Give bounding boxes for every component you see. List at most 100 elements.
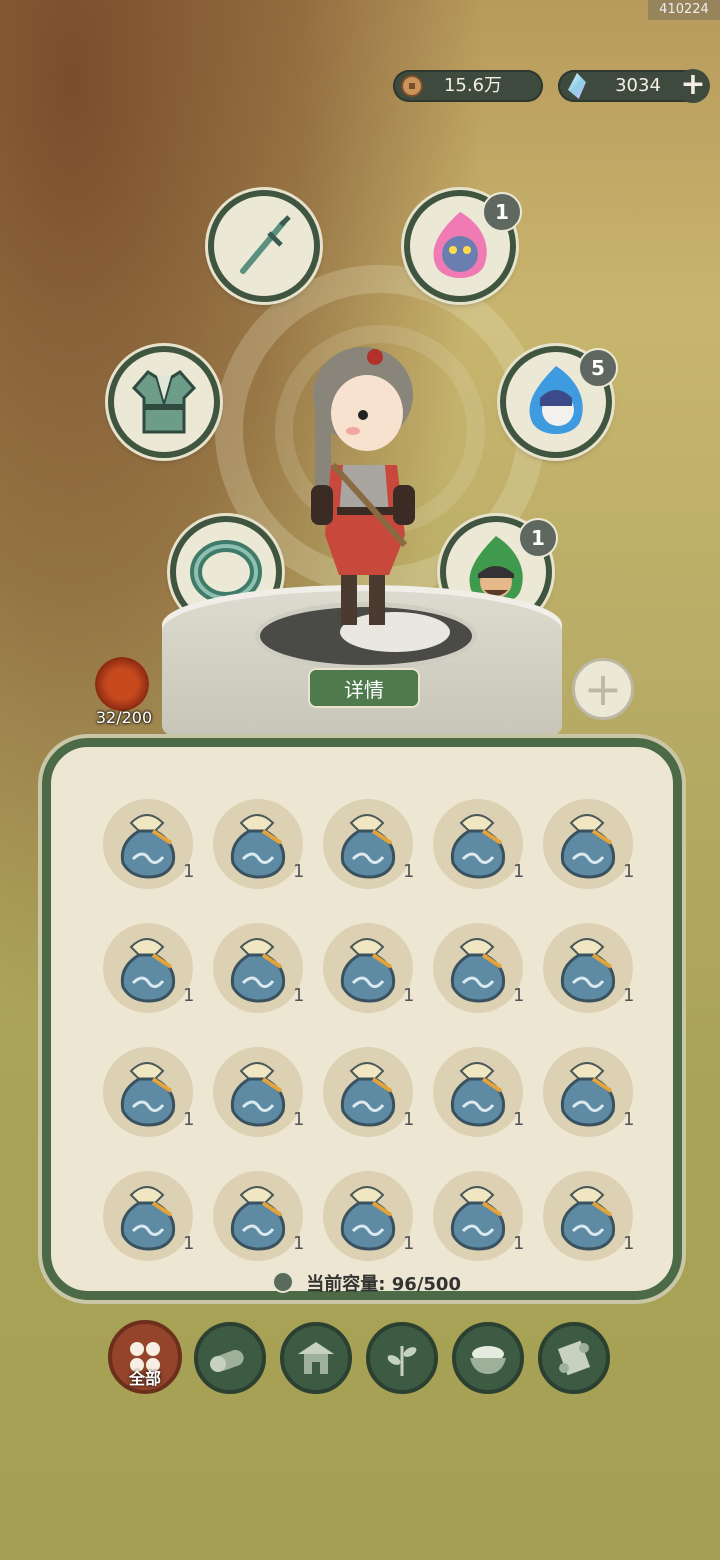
gem-value: 3034 [615, 75, 661, 96]
blue-pouch-icon [450, 1186, 506, 1251]
robe-icon [131, 370, 197, 434]
blue-pouch-icon [120, 814, 176, 879]
item-count: 1 [183, 1233, 195, 1254]
item-count: 1 [403, 861, 415, 882]
inventory-grid: 1 1 1 1 1 1 1 1 1 1 1 1 1 1 1 1 1 1 1 1 [103, 799, 649, 1261]
coin-balance: 15.6万 [393, 70, 543, 102]
item-count: 1 [293, 861, 305, 882]
inventory-item[interactable]: 1 [213, 1171, 305, 1261]
item-count: 1 [183, 861, 195, 882]
blue-pouch-icon [340, 1062, 396, 1127]
blue-pouch-icon [230, 814, 286, 879]
level-emblem-icon [95, 657, 149, 711]
item-count: 1 [403, 1233, 415, 1254]
gem-balance: 3034 + [558, 69, 710, 103]
capacity-label: 当前容量: [306, 1274, 386, 1295]
log-icon [210, 1349, 244, 1372]
blue-pouch-icon [450, 938, 506, 1003]
spirit-count-badge: 1 [482, 192, 522, 232]
blue-pouch-icon [450, 1062, 506, 1127]
gem-icon [568, 73, 586, 99]
rice-bowl-icon [470, 1346, 506, 1374]
inventory-item[interactable]: 1 [103, 923, 195, 1013]
herb-icon [387, 1346, 417, 1376]
inventory-item[interactable]: 1 [323, 923, 415, 1013]
item-count: 1 [623, 861, 635, 882]
inventory-item[interactable]: 1 [543, 1171, 635, 1261]
inventory-item[interactable]: 1 [323, 1171, 415, 1261]
capacity-value: 96/500 [391, 1274, 461, 1295]
capacity-display: 当前容量: 96/500 [272, 1270, 461, 1296]
tab-materials[interactable] [194, 1322, 266, 1394]
blue-pouch-icon [230, 1062, 286, 1127]
item-count: 1 [293, 985, 305, 1006]
spirit-slot-2[interactable]: 5 [500, 346, 618, 458]
add-gems-button[interactable]: + [676, 69, 710, 103]
blue-pouch-icon [560, 814, 616, 879]
item-count: 1 [623, 985, 635, 1006]
coin-icon [401, 75, 423, 97]
inventory-panel: 1 1 1 1 1 1 1 1 1 1 1 1 1 1 1 1 1 1 1 1 [42, 738, 682, 1300]
inventory-item[interactable]: 1 [323, 1047, 415, 1137]
inventory-item[interactable]: 1 [543, 1047, 635, 1137]
item-count: 1 [623, 1233, 635, 1254]
inventory-item[interactable]: 1 [433, 1171, 525, 1261]
spirit-count-badge: 5 [578, 348, 618, 388]
coin-value: 15.6万 [443, 75, 503, 96]
blue-pouch-icon [120, 1062, 176, 1127]
item-count: 1 [403, 985, 415, 1006]
capacity-icon [272, 1271, 294, 1293]
blue-pouch-icon [450, 814, 506, 879]
item-count: 1 [513, 1233, 525, 1254]
build-id: 410224 [648, 0, 720, 20]
blue-pouch-icon [560, 1062, 616, 1127]
blue-pouch-icon [340, 814, 396, 879]
item-count: 1 [183, 1109, 195, 1130]
weapon-slot[interactable] [208, 190, 320, 302]
sword-icon [240, 215, 291, 274]
house-icon [298, 1342, 334, 1374]
blue-pouch-icon [560, 938, 616, 1003]
item-count: 1 [623, 1109, 635, 1130]
item-count: 1 [293, 1109, 305, 1130]
inventory-item[interactable]: 1 [433, 923, 525, 1013]
inventory-item[interactable]: 1 [543, 923, 635, 1013]
armor-slot[interactable] [108, 346, 220, 458]
tab-herbs[interactable] [366, 1322, 438, 1394]
inventory-item[interactable]: 1 [213, 799, 305, 889]
tab-all[interactable]: 全部 [108, 1320, 182, 1394]
detail-button[interactable]: 详情 [308, 668, 420, 708]
spirit-count-badge: 1 [518, 518, 558, 558]
scroll-icon [557, 1340, 591, 1376]
item-count: 1 [293, 1233, 305, 1254]
blue-pouch-icon [560, 1186, 616, 1251]
tab-all-label: 全部 [128, 1369, 161, 1388]
item-count: 1 [513, 985, 525, 1006]
player-character[interactable] [293, 335, 433, 635]
level-text: 32/200 [95, 708, 153, 727]
inventory-item[interactable]: 1 [543, 799, 635, 889]
tab-scrolls[interactable] [538, 1322, 610, 1394]
inventory-item[interactable]: 1 [103, 1047, 195, 1137]
tab-food[interactable] [452, 1322, 524, 1394]
tab-buildings[interactable] [280, 1322, 352, 1394]
inventory-item[interactable]: 1 [213, 923, 305, 1013]
inventory-item[interactable]: 1 [323, 799, 415, 889]
blue-pouch-icon [120, 938, 176, 1003]
category-tabs: 全部 [108, 1320, 618, 1396]
item-count: 1 [183, 985, 195, 1006]
inventory-item[interactable]: 1 [433, 1047, 525, 1137]
item-count: 1 [513, 861, 525, 882]
add-slot-button[interactable]: + [572, 658, 634, 720]
inventory-item[interactable]: 1 [213, 1047, 305, 1137]
spirit-slot-1[interactable]: 1 [404, 190, 522, 302]
blue-pouch-icon [120, 1186, 176, 1251]
blue-pouch-icon [230, 1186, 286, 1251]
inventory-item[interactable]: 1 [103, 799, 195, 889]
inventory-item[interactable]: 1 [433, 799, 525, 889]
blue-pouch-icon [230, 938, 286, 1003]
item-count: 1 [403, 1109, 415, 1130]
item-count: 1 [513, 1109, 525, 1130]
inventory-item[interactable]: 1 [103, 1171, 195, 1261]
blue-pouch-icon [340, 938, 396, 1003]
